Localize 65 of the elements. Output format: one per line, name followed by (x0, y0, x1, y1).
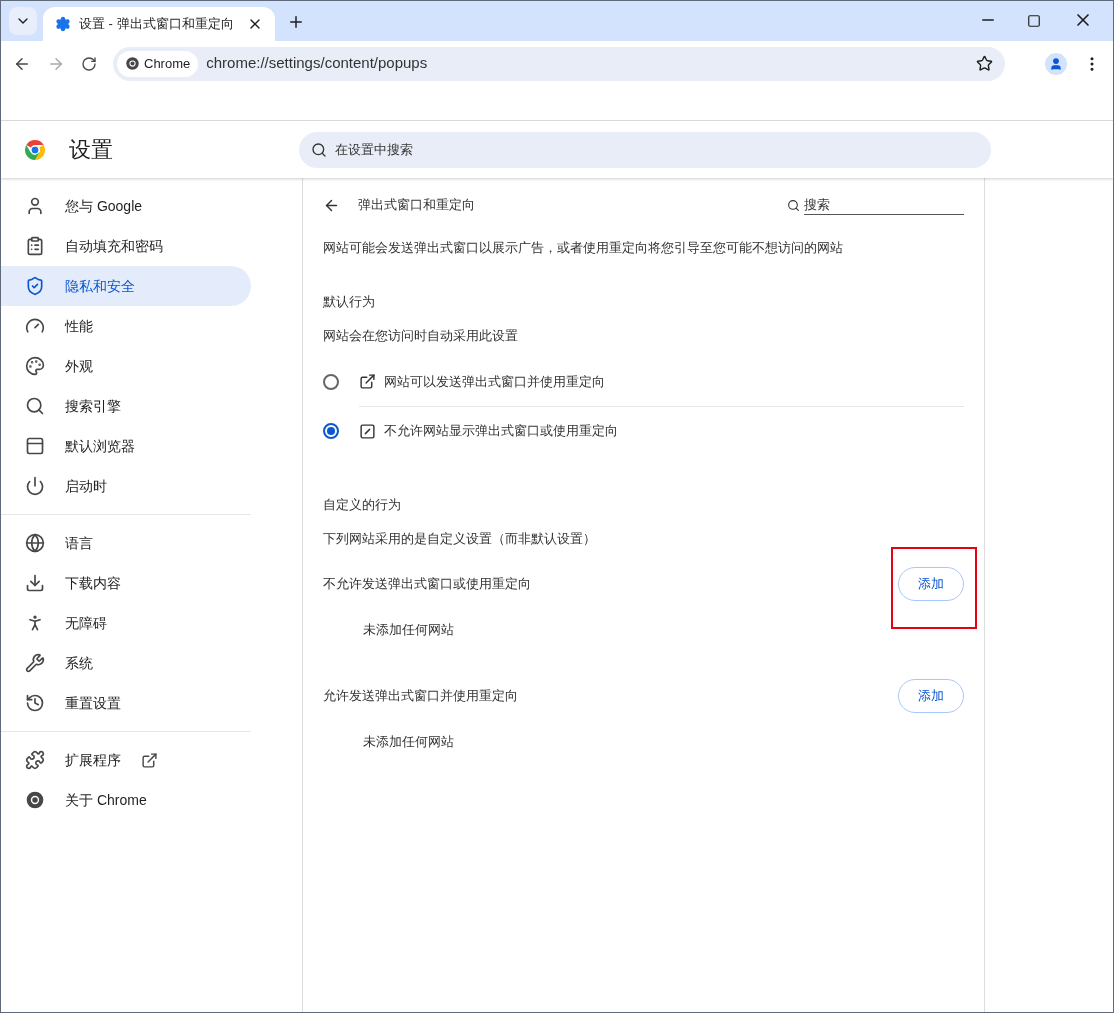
sidebar-item[interactable]: 外观 (1, 346, 251, 386)
sidebar-item[interactable]: 无障碍 (1, 603, 251, 643)
chrome-icon (125, 56, 140, 71)
sidebar-item[interactable]: 性能 (1, 306, 251, 346)
tab-search-button[interactable] (9, 7, 37, 35)
shield-icon (25, 276, 45, 296)
sidebar-item[interactable]: 您与 Google (1, 186, 251, 226)
sidebar-item[interactable]: 系统 (1, 643, 251, 683)
external-link-icon (359, 373, 376, 390)
section-subtitle: 网站会在您访问时自动采用此设置 (323, 326, 519, 345)
history-icon (25, 693, 45, 713)
external-link-icon (141, 751, 158, 769)
sidebar-item[interactable]: 扩展程序 (1, 740, 251, 780)
description: 网站可能会发送弹出式窗口以展示广告，或者使用重定向将您引导至您可能不想访问的网站 (323, 239, 844, 257)
profile-avatar[interactable] (1045, 52, 1067, 75)
search-icon (311, 141, 327, 158)
option-label: 网站可以发送弹出式窗口并使用重定向 (384, 372, 605, 391)
reload-icon[interactable] (81, 55, 97, 72)
new-tab-icon[interactable] (287, 13, 305, 31)
chrome-icon (25, 790, 45, 810)
site-chip[interactable]: Chrome (117, 50, 199, 77)
list-title: 允许发送弹出式窗口并使用重定向 (323, 687, 519, 706)
palette-icon (25, 356, 45, 376)
empty-list-text: 未添加任何网站 (362, 733, 455, 752)
globe-icon (25, 533, 45, 553)
browser-window-icon (25, 436, 45, 456)
blocked-window-icon (359, 422, 376, 440)
download-icon (25, 573, 45, 593)
person-icon (25, 196, 45, 216)
sidebar-item[interactable]: 启动时 (1, 466, 251, 506)
section-heading: 自定义的行为 (323, 496, 402, 514)
sidebar-item[interactable]: 关于 Chrome (1, 780, 251, 820)
sidebar-item[interactable]: 隐私和安全 (1, 266, 251, 306)
settings-search-bar[interactable]: 在设置中搜索 (299, 131, 991, 168)
sidebar-item[interactable]: 自动填充和密码 (1, 226, 251, 266)
section-heading: 默认行为 (323, 293, 376, 311)
page-title: 弹出式窗口和重定向 (358, 196, 476, 215)
sidebar-item[interactable]: 默认浏览器 (1, 426, 251, 466)
maximize-icon[interactable] (1027, 14, 1041, 28)
chrome-logo (23, 137, 47, 162)
url-text: chrome://settings/content/popups (206, 53, 429, 74)
radio-button[interactable] (323, 373, 339, 390)
radio-button[interactable] (323, 422, 339, 439)
section-subtitle: 下列网站采用的是自定义设置（而非默认设置） (323, 529, 597, 548)
wrench-icon (25, 653, 45, 673)
search-input[interactable]: 在设置中搜索 (335, 139, 979, 160)
bookmark-star-icon[interactable] (976, 55, 993, 72)
list-title: 不允许发送弹出式窗口或使用重定向 (323, 575, 532, 594)
sidebar-item[interactable]: 重置设置 (1, 683, 251, 723)
option-label: 不允许网站显示弹出式窗口或使用重定向 (384, 422, 618, 441)
search-icon (787, 198, 800, 212)
gear-icon (55, 16, 71, 32)
browser-tab[interactable]: 设置 - 弹出式窗口和重定向 (43, 7, 275, 41)
page-search-field[interactable]: 搜索 (804, 194, 964, 216)
gauge-icon (25, 316, 45, 336)
settings-title: 设置 (69, 136, 113, 164)
sidebar-item[interactable]: 搜索引擎 (1, 386, 251, 426)
address-bar[interactable]: Chrome chrome://settings/content/popups (113, 46, 1005, 81)
empty-list-text: 未添加任何网站 (362, 621, 455, 640)
power-icon (25, 476, 45, 496)
clipboard-icon (25, 236, 45, 256)
search-icon (25, 396, 45, 416)
sidebar-item[interactable]: 下载内容 (1, 563, 251, 603)
puzzle-icon (25, 750, 45, 770)
sidebar-item[interactable]: 语言 (1, 523, 251, 563)
